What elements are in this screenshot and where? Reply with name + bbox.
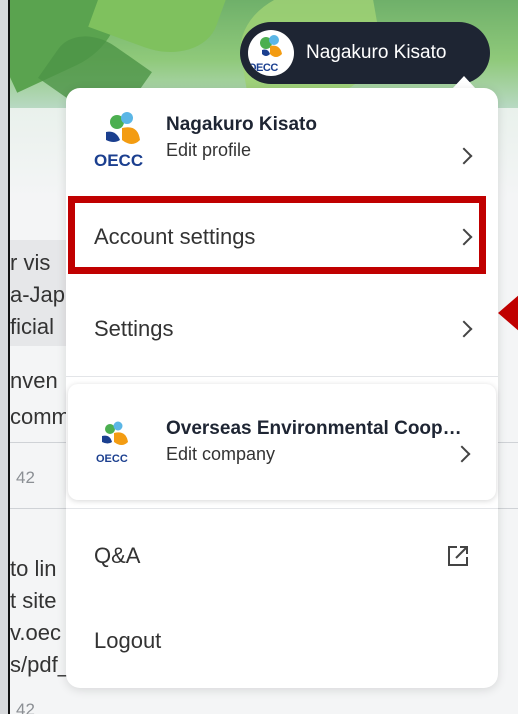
external-link-icon (448, 546, 468, 566)
oecc-logo-text: OECC (248, 62, 278, 74)
logout-item[interactable]: Logout (66, 600, 498, 682)
company-name: Overseas Environmental Cooperation Cente… (166, 418, 466, 439)
edit-company-label: Edit company (166, 444, 276, 464)
chevron-right-icon (455, 228, 473, 246)
background-count: 42 (16, 700, 35, 714)
oecc-logo-text: OECC (96, 453, 128, 465)
oecc-logo-icon: OECC (94, 112, 143, 170)
logout-label: Logout (94, 628, 162, 653)
account-settings-label: Account settings (94, 224, 256, 249)
user-menu-button[interactable]: OECC Nagakuro Kisato (240, 22, 490, 84)
settings-label: Settings (94, 316, 174, 341)
avatar: OECC (248, 30, 294, 76)
qa-label: Q&A (94, 543, 141, 568)
user-dropdown-menu: OECC Nagakuro Kisato Edit profile Accoun… (66, 88, 498, 688)
user-name: Nagakuro Kisato (306, 42, 447, 63)
chevron-right-icon (455, 320, 473, 338)
account-settings-item[interactable]: Account settings (66, 196, 498, 278)
chevron-right-icon (455, 147, 473, 165)
oecc-logo: OECC (92, 420, 138, 468)
oecc-logo-icon (260, 35, 282, 57)
profile-item[interactable]: OECC Nagakuro Kisato Edit profile (66, 88, 498, 196)
edit-profile-label: Edit profile (166, 140, 252, 160)
oecc-logo: OECC (92, 110, 154, 172)
qa-item[interactable]: Q&A (66, 516, 498, 596)
profile-name: Nagakuro Kisato (166, 114, 317, 135)
background-count: 42 (16, 468, 35, 487)
menu-divider (66, 508, 498, 509)
pointer-arrow-icon (498, 294, 518, 332)
oecc-logo-icon: OECC (96, 421, 128, 465)
oecc-logo-text: OECC (94, 151, 143, 170)
settings-item[interactable]: Settings (66, 286, 498, 372)
menu-divider (66, 376, 498, 377)
company-item[interactable]: OECC Overseas Environmental Cooperation … (68, 384, 496, 500)
